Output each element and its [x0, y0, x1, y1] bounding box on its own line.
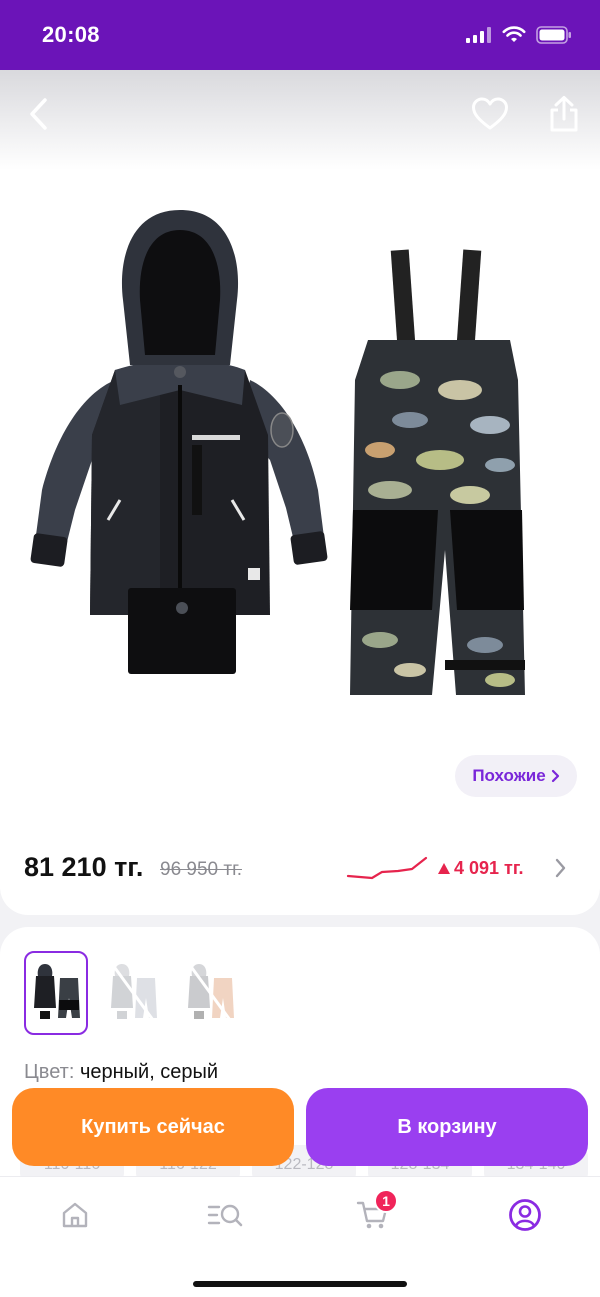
price-change-value: 4 091 тг.	[454, 858, 524, 878]
tab-home[interactable]	[50, 1195, 100, 1235]
jacket-image	[30, 210, 328, 615]
thumbnail-image	[188, 964, 234, 1021]
neck-warmer-image	[128, 588, 236, 674]
color-thumbnail-gray[interactable]	[101, 951, 165, 1035]
battery-icon	[536, 26, 571, 44]
similar-button[interactable]: Похожие	[455, 755, 577, 797]
home-icon	[62, 1202, 88, 1228]
price-details-chevron-icon[interactable]	[550, 854, 570, 882]
share-button[interactable]	[542, 92, 586, 136]
tab-profile[interactable]	[500, 1195, 550, 1235]
heart-icon	[472, 97, 508, 130]
price-current: 81 210 тг.	[24, 852, 144, 882]
color-line: Цвет: черный, серый	[24, 1061, 218, 1084]
back-button[interactable]	[16, 92, 60, 136]
bib-pants-image	[350, 249, 525, 695]
profile-icon	[509, 1199, 541, 1231]
share-icon	[550, 96, 578, 132]
price-change[interactable]: 4 091 тг.	[438, 858, 524, 879]
price-history-chart[interactable]	[346, 854, 430, 884]
thumbnail-image	[111, 964, 157, 1021]
price-old: 96 950 тг.	[160, 859, 242, 880]
product-area: Похожие 81 210 тг. 96 950 тг. 4 091 тг.	[0, 70, 600, 915]
signal-icon	[466, 27, 491, 43]
chevron-right-icon	[551, 769, 559, 783]
tab-catalog[interactable]	[200, 1195, 250, 1235]
similar-label: Похожие	[472, 766, 546, 785]
cart-badge: 1	[374, 1189, 398, 1213]
tab-cart[interactable]: 1	[348, 1189, 398, 1235]
triangle-up-icon	[438, 863, 450, 874]
color-value: черный, серый	[79, 1061, 219, 1083]
color-thumbnail-beige[interactable]	[178, 951, 242, 1035]
add-to-cart-button[interactable]: В корзину	[306, 1088, 588, 1166]
status-bar: 20:08	[0, 0, 600, 70]
color-thumbnail-black[interactable]	[24, 951, 88, 1035]
thumbnail-image	[34, 964, 80, 1019]
price-row: 81 210 тг. 96 950 тг. 4 091 тг.	[0, 840, 600, 900]
favorite-button[interactable]	[468, 92, 512, 136]
color-label: Цвет:	[24, 1061, 75, 1083]
buy-now-button[interactable]: Купить сейчас	[12, 1088, 294, 1166]
wifi-icon	[502, 26, 526, 42]
status-time: 20:08	[42, 22, 100, 47]
home-indicator	[193, 1281, 407, 1287]
chevron-left-icon	[30, 98, 47, 130]
status-icons	[466, 26, 572, 44]
catalog-search-icon	[207, 1204, 243, 1227]
tab-bar: 1	[0, 1176, 600, 1297]
product-photo	[30, 210, 525, 695]
